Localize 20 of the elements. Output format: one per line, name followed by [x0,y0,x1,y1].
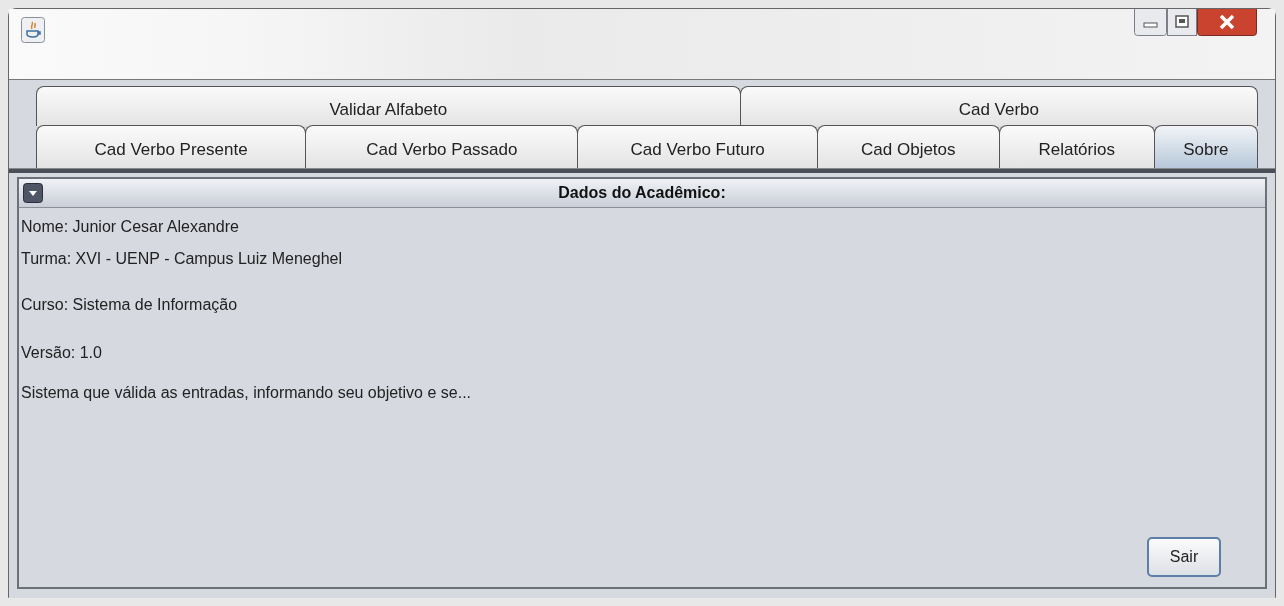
panel-title: Dados do Acadêmico: [557,184,727,202]
tab[interactable]: Sobre [1153,125,1258,168]
info-text: Sistema que válida as entradas, informando seu objetivo e se... [21,384,472,402]
tab[interactable]: Cad Verbo Futuro [577,125,818,168]
info-text: Turma: XVI - UENP - Campus Luiz Meneghel [21,250,342,268]
tab[interactable]: Cad Verbo [739,86,1258,126]
tab[interactable]: Validar Alfabeto [36,86,741,126]
exit-button[interactable]: Sair [1147,537,1221,577]
close-button[interactable] [1197,9,1257,36]
tab[interactable]: Cad Objetos [816,125,1000,168]
minimize-button[interactable] [1134,9,1167,36]
info-text: Versão: 1.0 [21,344,102,362]
info-text: Curso: Sistema de Informação [21,296,238,314]
tab[interactable]: Cad Verbo Passado [305,125,579,168]
info-text: Nome: Junior Cesar Alexandre [21,218,239,236]
tab[interactable]: Relatórios [998,125,1155,168]
tab[interactable]: Cad Verbo Presente [36,125,307,168]
app-icon [21,17,45,43]
maximize-button[interactable] [1167,9,1197,36]
collapse-icon[interactable] [23,183,43,203]
